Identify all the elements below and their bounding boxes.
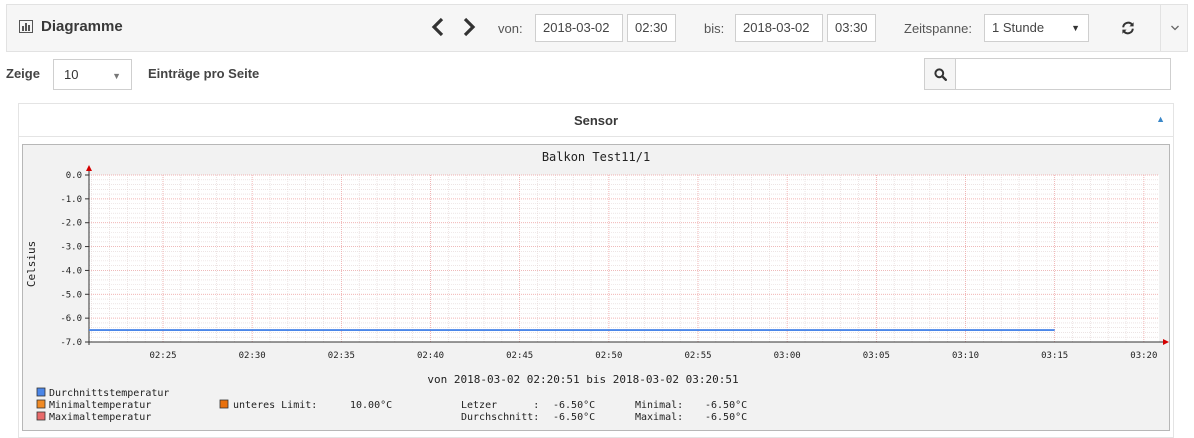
y-tick-label: -2.0 [60,219,82,229]
to-time-input[interactable]: 03:30 [827,14,876,42]
stat-last-label: Letzer : [461,400,539,411]
stat-avg-value: -6.50°C [553,412,595,423]
y-tick-label: -5.0 [60,290,82,300]
stat-max-label: Maximal: [635,412,683,423]
grid-minor [89,174,1159,343]
legend: Durchnittstemperatur Minimaltemperatur M… [36,387,392,423]
y-tick-label: -4.0 [60,266,82,276]
next-button[interactable] [458,15,480,39]
chart-toolbar: Diagramme von: 2018-03-02 02:30 bis: 201… [6,4,1188,52]
page-length-value: 10 [64,67,79,82]
collapse-toggle-button[interactable] [1160,5,1188,51]
entries-per-page-label: Einträge pro Seite [148,66,260,81]
y-tick-label: -7.0 [60,338,82,348]
x-tick-label: 02:55 [684,351,711,361]
y-axis-arrow [86,165,92,171]
stat-avg-label: Durchschnitt: [461,412,539,423]
legend-label-average: Durchnittstemperatur [49,388,169,399]
page-length-select[interactable]: 10 ▼ [53,59,132,90]
search-icon [933,67,947,81]
x-axis-label: von 2018-03-02 02:20:51 bis 2018-03-02 0… [427,373,738,386]
x-tick-label: 03:15 [1041,351,1068,361]
x-tick-label: 03:20 [1130,351,1157,361]
page-title: Diagramme [41,18,123,35]
previous-button[interactable] [427,15,449,39]
timespan-select[interactable]: 1 Stunde ▼ [984,14,1089,42]
x-tick-label: 03:05 [863,351,890,361]
column-header-label: Sensor [573,113,619,128]
to-date-input[interactable]: 2018-03-02 [735,14,823,42]
chart-title: Balkon Test11/1 [542,150,650,164]
timespan-label: Zeitspanne: [904,21,972,36]
legend-swatch-min [36,399,46,409]
x-tick-label: 02:35 [328,351,355,361]
timespan-value: 1 Stunde [992,20,1045,35]
column-header-sensor[interactable]: Sensor ▲ [19,104,1173,137]
chart-image: 02:25 02:30 02:35 02:40 02:45 02:50 02:55 03:00… [22,144,1170,431]
y-tick-label: 0.0 [66,171,82,181]
bar-chart-icon [19,20,33,33]
chevron-left-icon [431,17,444,37]
y-tick-label: -3.0 [60,243,82,253]
x-axis-arrow [1163,339,1169,345]
x-tick-label: 02:50 [595,351,622,361]
caret-down-icon: ▼ [112,71,121,81]
plot-area [89,175,1159,342]
to-label: bis: [704,21,725,36]
y-tick-label: -1.0 [60,195,82,205]
x-tick-label: 02:25 [149,351,176,361]
x-tick-label: 02:30 [239,351,266,361]
stat-min-label: Minimal: [635,400,683,411]
search-input[interactable] [956,58,1171,90]
y-axis-label: Celsius [25,241,38,287]
refresh-button[interactable] [1105,14,1151,42]
stats-block: Letzer : -6.50°C Minimal: -6.50°C Durchs… [461,400,747,423]
refresh-icon [1122,21,1134,35]
legend-swatch-average [36,387,46,397]
search-button[interactable] [924,58,956,90]
x-tick-label: 02:45 [506,351,533,361]
stat-max-value: -6.50°C [705,412,747,423]
chart: 02:25 02:30 02:35 02:40 02:45 02:50 02:55 03:00… [25,150,1169,423]
legend-swatch-max [36,411,46,421]
stat-last-value: -6.50°C [553,400,595,411]
x-tick-label: 03:00 [774,351,801,361]
chevron-down-icon [1170,25,1179,31]
show-label: Zeige [6,66,40,81]
legend-label-limit: unteres Limit: [233,400,317,411]
legend-label-max: Maximaltemperatur [49,412,151,423]
legend-label-min: Minimaltemperatur [49,400,151,411]
from-label: von: [498,21,523,36]
legend-swatch-limit [219,399,229,409]
caret-down-icon: ▼ [1071,23,1080,33]
stat-min-value: -6.50°C [705,400,747,411]
x-tick-label: 02:40 [417,351,444,361]
sort-asc-icon: ▲ [1156,114,1165,124]
toolbar-title: Diagramme [19,18,123,35]
from-time-input[interactable]: 02:30 [627,14,676,42]
y-tick-label: -6.0 [60,314,82,324]
x-tick-label: 03:10 [952,351,979,361]
from-date-input[interactable]: 2018-03-02 [535,14,623,42]
legend-limit-value: 10.00°C [350,400,392,411]
chevron-right-icon [463,17,476,37]
